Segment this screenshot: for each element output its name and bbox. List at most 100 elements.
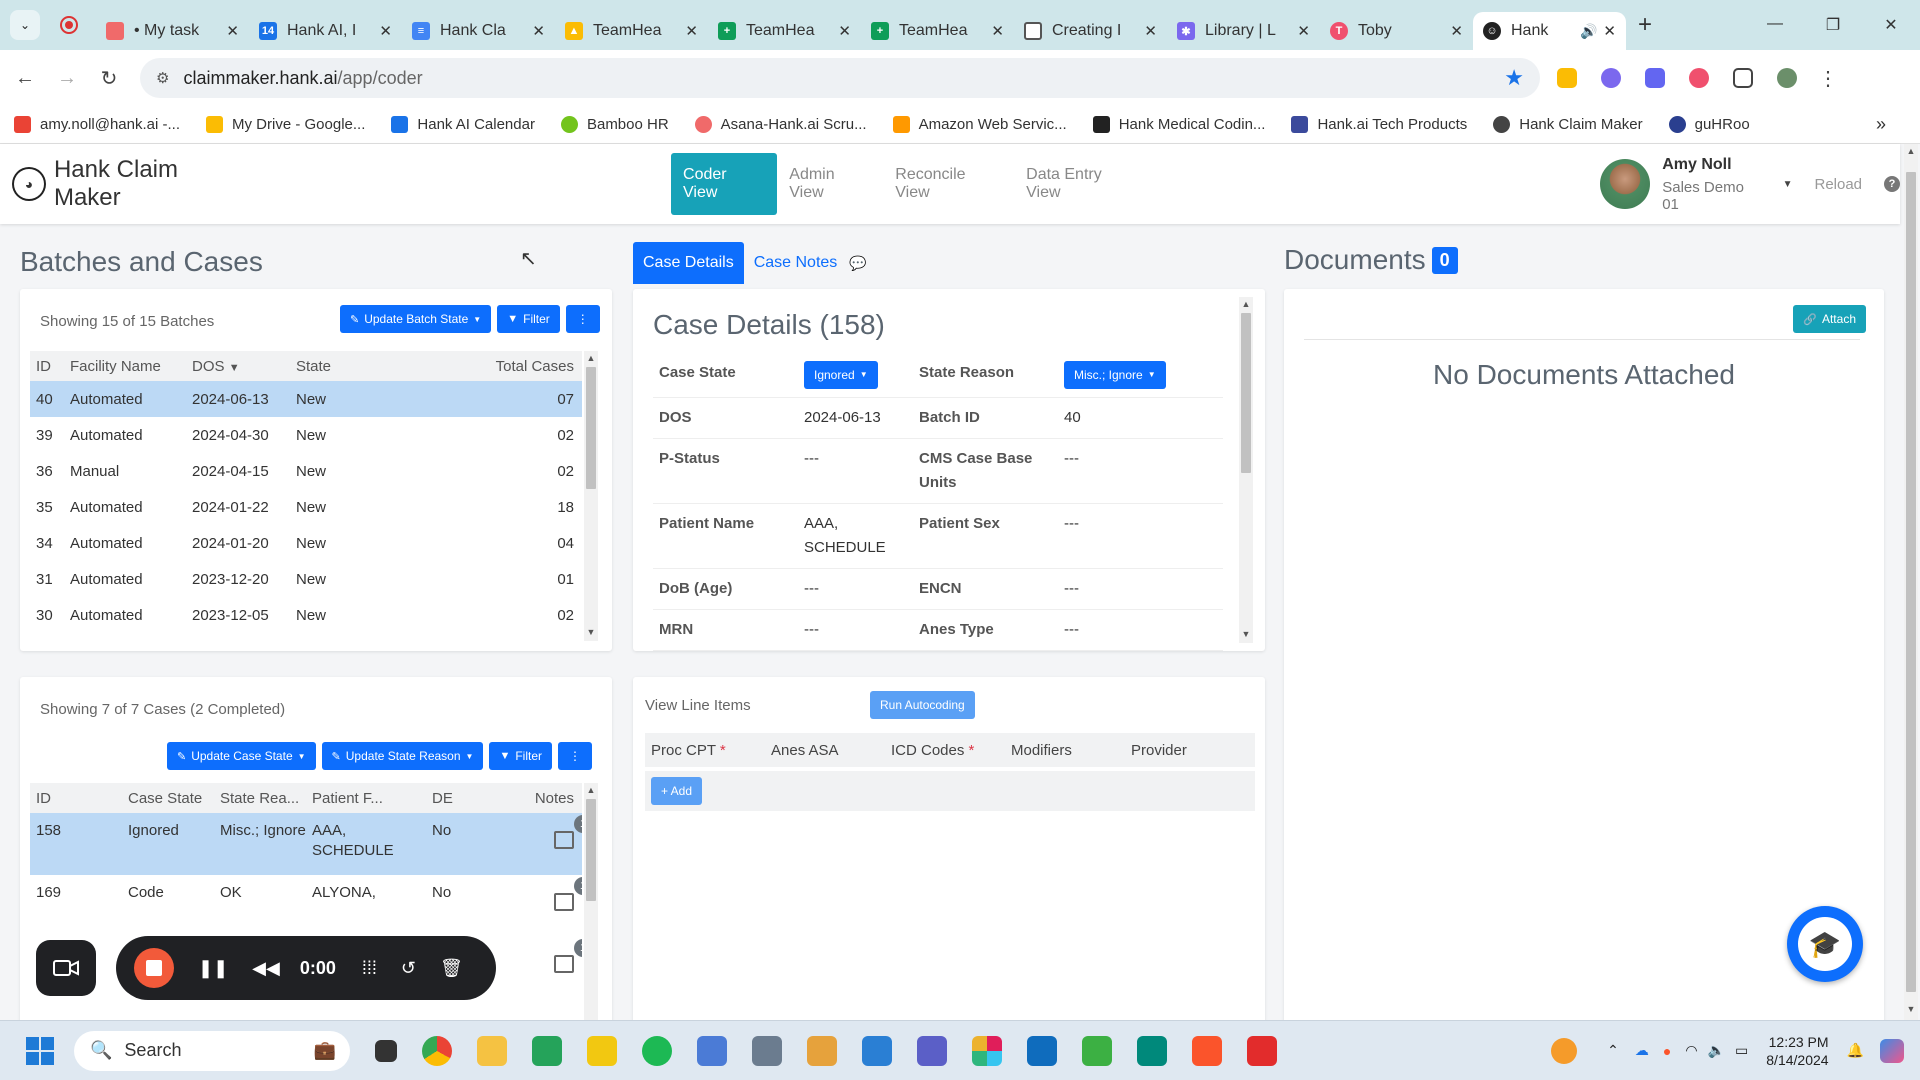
wifi-icon[interactable]: ◠ (1685, 1042, 1697, 1059)
batch-row[interactable]: 31 Automated 2023-12-20 New 01 (30, 561, 582, 597)
close-tab-icon[interactable]: ✕ (226, 22, 239, 40)
case-row[interactable]: 158IgnoredMisc.; IgnoreAAA, SCHEDULENo 1 (30, 813, 582, 875)
close-tab-icon[interactable]: ✕ (1603, 22, 1616, 40)
col-facility[interactable]: Facility Name (64, 351, 186, 381)
battery-icon[interactable]: ▭ (1735, 1042, 1748, 1059)
rewind-icon[interactable]: ◀◀ (252, 958, 280, 979)
page-scrollbar[interactable]: ▲ ▼ (1904, 144, 1918, 1020)
case-more-button[interactable]: ⋮ (558, 742, 592, 770)
taskbar-clock[interactable]: 12:23 PM 8/14/2024 (1766, 1033, 1828, 1069)
update-case-state-button[interactable]: ✎ Update Case State ▼ (167, 742, 316, 770)
snipping-tool-icon[interactable] (697, 1035, 727, 1066)
col-dos[interactable]: DOS ▼ (186, 351, 290, 381)
caret-down-icon[interactable]: ▼ (1783, 179, 1793, 190)
outlook-icon[interactable] (1027, 1035, 1057, 1066)
notification-badge-icon[interactable] (1551, 1037, 1578, 1064)
bookmark-gmail[interactable]: amy.noll@hank.ai -... (14, 116, 180, 133)
close-tab-icon[interactable]: ✕ (532, 22, 545, 40)
cases-scroll-thumb[interactable] (586, 799, 596, 901)
browser-tab-active[interactable]: ☺ Hank 🔊 ✕ (1473, 12, 1626, 50)
reload-icon[interactable]: ↻ (92, 66, 126, 91)
bookmark-calendar[interactable]: Hank AI Calendar (391, 116, 535, 133)
col-state-reason[interactable]: State Rea... (214, 783, 306, 813)
hank-assistant-button[interactable]: 🎓 (1787, 906, 1863, 982)
bookmark-bamboo[interactable]: Bamboo HR (560, 116, 669, 133)
back-arrow-icon[interactable]: ← (8, 67, 42, 90)
extension-toby-icon[interactable] (1682, 61, 1716, 95)
scroll-up-icon[interactable]: ▲ (1904, 146, 1918, 156)
help-icon[interactable]: ? (1884, 176, 1900, 192)
pdf-icon[interactable] (1247, 1035, 1277, 1066)
reload-button[interactable]: Reload (1814, 176, 1862, 193)
show-hidden-icons[interactable]: ⌃ (1607, 1042, 1619, 1059)
paint-icon[interactable] (807, 1035, 837, 1066)
camtasia-icon[interactable] (1082, 1035, 1112, 1066)
trash-icon[interactable]: 🗑 (440, 958, 463, 979)
batches-scroll-thumb[interactable] (586, 367, 596, 489)
bookmark-tech-products[interactable]: Hank.ai Tech Products (1291, 116, 1467, 133)
browser-tab[interactable]: 14 Hank AI, I ✕ (249, 12, 402, 50)
new-tab-button[interactable]: + (1638, 11, 1652, 39)
bookmark-hank-coding[interactable]: Hank Medical Codin... (1092, 116, 1265, 133)
scroll-down-icon[interactable]: ▼ (1239, 629, 1253, 639)
photos-icon[interactable] (752, 1035, 782, 1066)
update-state-reason-button[interactable]: ✎ Update State Reason ▼ (321, 742, 484, 770)
batch-row[interactable]: 30 Automated 2023-12-05 New 02 (30, 597, 582, 633)
chrome-icon[interactable] (422, 1035, 452, 1066)
col-id[interactable]: ID (30, 351, 64, 381)
col-case-state[interactable]: Case State (122, 783, 214, 813)
batch-row[interactable]: 36 Manual 2024-04-15 New 02 (30, 453, 582, 489)
user-menu[interactable]: Amy Noll Sales Demo 01 ▼ (1600, 156, 1792, 213)
onedrive-icon[interactable]: ☁ (1635, 1042, 1649, 1059)
minimize-icon[interactable]: — (1746, 15, 1804, 35)
brave-icon[interactable] (1192, 1035, 1222, 1066)
bookmark-claim-maker[interactable]: Hank Claim Maker (1493, 116, 1643, 133)
close-tab-icon[interactable]: ✕ (1144, 22, 1157, 40)
tab-search-dropdown[interactable]: ⌄ (10, 10, 40, 40)
slack-icon[interactable] (972, 1035, 1002, 1066)
attach-button[interactable]: 🔗 Attach (1793, 305, 1866, 333)
batch-row[interactable]: 35 Automated 2024-01-22 New 18 (30, 489, 582, 525)
case-row[interactable]: 169 Code OK ALYONA, No 1 (30, 875, 582, 937)
state-reason-dropdown[interactable]: Misc.; Ignore ▼ (1064, 361, 1166, 389)
pause-icon[interactable]: ❚❚ (198, 958, 228, 979)
bookmark-star-icon[interactable]: ★ (1504, 65, 1524, 91)
line-item-col[interactable]: ICD Codes * (885, 742, 1005, 759)
page-scroll-thumb[interactable] (1906, 172, 1916, 992)
url-omnibox[interactable]: ⚙ claimmaker.hank.ai/app/coder ★ (140, 58, 1540, 98)
grid-icon[interactable]: ⁞⁞⁞ (362, 958, 377, 979)
notifications-bell-icon[interactable]: 🔔 (1847, 1042, 1864, 1059)
line-item-col[interactable]: Provider (1125, 742, 1245, 759)
vpn-icon[interactable] (862, 1035, 892, 1066)
admin-view-button[interactable]: Admin View (789, 166, 873, 202)
batch-filter-button[interactable]: ▼ Filter (497, 305, 560, 333)
extension-keep-icon[interactable] (1550, 61, 1584, 95)
bookmark-asana[interactable]: Asana-Hank.ai Scru... (694, 116, 867, 133)
whatsapp-icon[interactable] (532, 1035, 562, 1066)
browser-menu-icon[interactable]: ⋮ (1818, 66, 1838, 91)
update-batch-state-button[interactable]: ✎ Update Batch State ▼ (340, 305, 492, 333)
batches-scrollbar[interactable]: ▲ ▼ (584, 351, 598, 641)
col-de[interactable]: DE (426, 783, 496, 813)
tab-case-details[interactable]: Case Details (633, 242, 744, 284)
comment-icon[interactable]: 1 (554, 939, 582, 973)
task-view-icon[interactable] (375, 1039, 397, 1062)
add-line-item-button[interactable]: + Add (651, 777, 703, 805)
windows-start-icon[interactable] (26, 1036, 54, 1065)
case-state-dropdown[interactable]: Ignored ▼ (804, 361, 878, 389)
volume-icon[interactable]: 🔈 (1708, 1042, 1725, 1059)
bookmark-aws[interactable]: Amazon Web Servic... (892, 116, 1067, 133)
details-scroll-thumb[interactable] (1241, 313, 1251, 473)
file-explorer-icon[interactable] (477, 1035, 507, 1066)
brave-tray-icon[interactable]: ● (1663, 1043, 1671, 1059)
close-tab-icon[interactable]: ✕ (685, 22, 698, 40)
browser-tab[interactable]: + TeamHea ✕ (861, 12, 1014, 50)
bookmark-guhroo[interactable]: guHRoo (1668, 116, 1750, 133)
tab-case-notes[interactable]: Case Notes (754, 254, 838, 272)
comment-icon[interactable]: 1 (554, 815, 582, 849)
col-id[interactable]: ID (30, 783, 122, 813)
col-total-cases[interactable]: Total Cases (450, 351, 582, 381)
browser-tab[interactable]: • My task ✕ (96, 12, 249, 50)
case-filter-button[interactable]: ▼ Filter (489, 742, 552, 770)
camera-toggle-button[interactable] (36, 940, 96, 996)
